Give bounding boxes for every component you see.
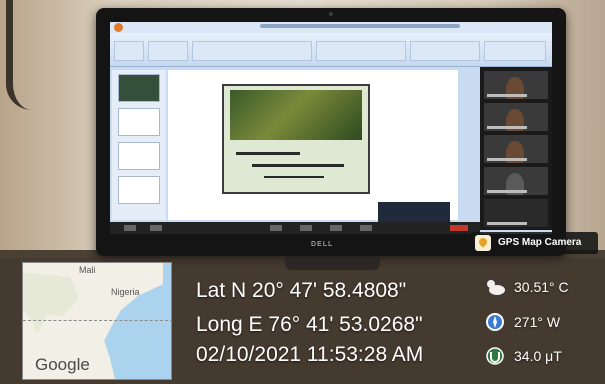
participant-name [487, 158, 527, 161]
weather-cloud-icon [487, 280, 505, 295]
temperature-value: 30.51° C [514, 279, 569, 295]
compass-icon [486, 313, 504, 331]
slide-thumbnail [118, 176, 160, 204]
gps-badge-label: GPS Map Camera [498, 237, 582, 248]
share-screen-icon [330, 225, 342, 231]
video-call-participants [480, 67, 552, 230]
meeting-controls-bar [110, 222, 480, 234]
participant-tile [484, 71, 548, 99]
slide-thumbnail [118, 74, 160, 102]
participant-tile [484, 135, 548, 163]
location-map: Mali Nigeria Google [22, 262, 172, 380]
map-equator-line [23, 320, 171, 321]
participant-tile [484, 199, 548, 227]
ribbon-group-paragraph [316, 41, 406, 61]
ribbon-group-slides [148, 41, 188, 61]
slide-text-line [252, 164, 344, 167]
google-logo: Google [35, 355, 90, 374]
ribbon-group-clipboard [114, 41, 144, 61]
slide-text-line [236, 152, 300, 155]
datetime-text: 02/10/2021 11:53:28 AM [196, 343, 424, 366]
participant-tile [484, 103, 548, 131]
participant-name [487, 222, 527, 225]
slide-thumbnail [118, 142, 160, 170]
monitor-screen [110, 22, 552, 234]
compass-value: 271° W [514, 314, 561, 330]
mute-icon [124, 225, 136, 231]
slide-text-line [264, 176, 324, 178]
window-title [260, 24, 460, 28]
webcam-icon [329, 12, 333, 16]
magnet-icon [486, 347, 504, 365]
latitude-text: Lat N 20° 47' 58.4808" [196, 279, 407, 302]
participant-name [487, 190, 527, 193]
record-icon [360, 225, 372, 231]
participant-name [487, 126, 527, 129]
longitude-text: Long E 76° 41' 53.0268" [196, 313, 423, 336]
monitor: DELL [96, 8, 566, 256]
app-title-bar [110, 22, 552, 33]
monitor-brand: DELL [311, 241, 334, 248]
chat-icon [300, 225, 312, 231]
slide-thumbnails-pane [112, 70, 166, 220]
gps-map-camera-badge: GPS Map Camera [470, 232, 598, 254]
slide-thumbnail [118, 108, 160, 136]
magnetic-value: 34.0 μT [514, 348, 562, 364]
ribbon-group-editing [484, 41, 546, 61]
slide-wildlife-photo [230, 90, 362, 140]
participants-icon [270, 225, 282, 231]
participant-name [487, 94, 527, 97]
end-call-button [450, 225, 468, 231]
ribbon-toolbar [110, 33, 552, 67]
map-pin-icon [475, 235, 491, 251]
office-logo-icon [114, 23, 123, 32]
ribbon-group-font [192, 41, 312, 61]
participant-tile [484, 167, 548, 195]
map-label-mali: Mali [79, 265, 96, 275]
video-icon [150, 225, 162, 231]
map-label-nigeria: Nigeria [111, 287, 140, 297]
cable [6, 0, 32, 110]
current-slide [222, 84, 370, 194]
ribbon-group-drawing [410, 41, 480, 61]
